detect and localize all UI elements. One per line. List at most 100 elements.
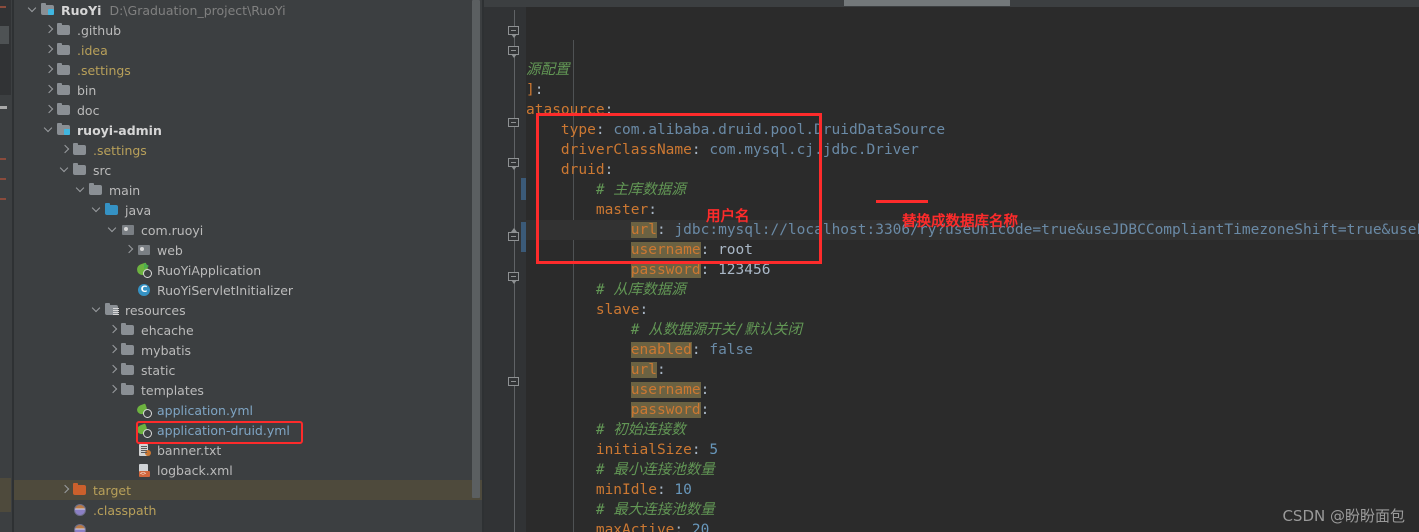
tree-scrollbar-thumb[interactable]: [472, 0, 480, 498]
code-line[interactable]: username: root: [526, 240, 1419, 260]
tree-row[interactable]: doc: [14, 100, 484, 120]
code-token: :: [604, 102, 614, 118]
excluded-folder-icon: [72, 482, 89, 498]
fold-marker-icon[interactable]: [508, 377, 521, 390]
tree-row[interactable]: java: [14, 200, 484, 220]
tree-row[interactable]: static: [14, 360, 484, 380]
tree-row-root[interactable]: RuoYi D:\Graduation_project\RuoYi: [14, 0, 484, 20]
editor-horizontal-scrollbar-thumb[interactable]: [844, 0, 1010, 6]
chevron-right-icon[interactable]: [43, 100, 56, 120]
tree-row[interactable]: ehcache: [14, 320, 484, 340]
tree-row[interactable]: C RuoYiServletInitializer: [14, 280, 484, 300]
chevron-down-icon[interactable]: [75, 180, 88, 200]
chevron-right-icon[interactable]: [59, 140, 72, 160]
tree-row[interactable]: .settings: [14, 140, 484, 160]
code-line[interactable]: atasource:: [526, 100, 1419, 120]
tree-row[interactable]: target: [14, 480, 484, 500]
tree-row[interactable]: [14, 520, 484, 532]
code-line[interactable]: type: com.alibaba.druid.pool.DruidDataSo…: [526, 120, 1419, 140]
code-line[interactable]: password:: [526, 400, 1419, 420]
tree-row-label: .settings: [77, 62, 131, 78]
tree-row[interactable]: templates: [14, 380, 484, 400]
folder-icon: [88, 182, 105, 198]
folder-icon: [56, 62, 73, 78]
code-line[interactable]: password: 123456: [526, 260, 1419, 280]
project-root-path: D:\Graduation_project\RuoYi: [109, 2, 286, 18]
code-line[interactable]: # 主库数据源: [526, 180, 1419, 200]
tree-row[interactable]: src: [14, 160, 484, 180]
code-line[interactable]: initialSize: 5: [526, 440, 1419, 460]
chevron-right-icon[interactable]: [107, 360, 120, 380]
tree-row[interactable]: main: [14, 180, 484, 200]
code-editor[interactable]: 源配置]: atasource: type: com.alibaba.druid.…: [484, 0, 1419, 532]
left-strip-tab[interactable]: [0, 26, 9, 44]
tree-row[interactable]: ruoyi-admin: [14, 120, 484, 140]
tree-row[interactable]: application-druid.yml: [14, 420, 484, 440]
chevron-right-icon[interactable]: [43, 40, 56, 60]
code-line[interactable]: # 从数据源开关/默认关闭: [526, 320, 1419, 340]
code-line[interactable]: url:: [526, 360, 1419, 380]
code-content[interactable]: 源配置]: atasource: type: com.alibaba.druid.…: [526, 0, 1419, 532]
fold-marker-icon[interactable]: [508, 118, 521, 131]
chevron-down-icon[interactable]: [59, 160, 72, 180]
tree-row[interactable]: com.ruoyi: [14, 220, 484, 240]
code-line[interactable]: username:: [526, 380, 1419, 400]
tree-row[interactable]: application.yml: [14, 400, 484, 420]
tree-scrollbar[interactable]: [472, 0, 480, 532]
project-tree-panel[interactable]: RuoYi D:\Graduation_project\RuoYi .github.…: [14, 0, 484, 532]
chevron-down-icon[interactable]: [43, 120, 56, 140]
fold-marker-icon[interactable]: [508, 26, 521, 39]
code-token: :: [639, 302, 649, 318]
code-line[interactable]: # 最小连接池数量: [526, 460, 1419, 480]
chevron-right-icon[interactable]: [123, 240, 136, 260]
tree-row-label: ruoyi-admin: [77, 122, 162, 138]
tree-row[interactable]: .settings: [14, 60, 484, 80]
code-line[interactable]: druid:: [526, 160, 1419, 180]
chevron-right-icon[interactable]: [43, 60, 56, 80]
tree-row[interactable]: web: [14, 240, 484, 260]
chevron-right-icon[interactable]: [107, 380, 120, 400]
tree-row[interactable]: resources: [14, 300, 484, 320]
tree-row-label: doc: [77, 102, 100, 118]
chevron-down-icon[interactable]: [107, 220, 120, 240]
code-token: # 主库数据源: [595, 182, 686, 198]
chevron-right-icon[interactable]: [107, 320, 120, 340]
code-line[interactable]: ]:: [526, 80, 1419, 100]
code-token: com.mysql.cj.jdbc.Driver: [709, 142, 919, 158]
fold-marker-icon[interactable]: [508, 158, 521, 171]
fold-marker-icon[interactable]: [508, 46, 521, 59]
tree-row-label: .idea: [77, 42, 108, 58]
code-line[interactable]: slave:: [526, 300, 1419, 320]
fold-marker-icon[interactable]: [508, 272, 521, 285]
code-line[interactable]: driverClassName: com.mysql.cj.jdbc.Drive…: [526, 140, 1419, 160]
tree-row[interactable]: .github: [14, 20, 484, 40]
tree-row[interactable]: bin: [14, 80, 484, 100]
chevron-right-icon[interactable]: [107, 340, 120, 360]
editor-gutter[interactable]: [484, 0, 526, 532]
code-token: :: [700, 382, 710, 398]
code-line[interactable]: 源配置: [526, 60, 1419, 80]
xml-file-icon: <>: [136, 462, 153, 478]
code-line[interactable]: # 从库数据源: [526, 280, 1419, 300]
tree-row[interactable]: banner.txt: [14, 440, 484, 460]
code-line[interactable]: enabled: false: [526, 340, 1419, 360]
editor-horizontal-scrollbar[interactable]: [484, 0, 1419, 7]
fold-marker-icon[interactable]: [508, 228, 521, 245]
chevron-right-icon[interactable]: [43, 80, 56, 100]
tree-row[interactable]: RuoYiApplication: [14, 260, 484, 280]
tree-row[interactable]: <> logback.xml: [14, 460, 484, 480]
tree-row[interactable]: mybatis: [14, 340, 484, 360]
tree-row[interactable]: .classpath: [14, 500, 484, 520]
chevron-right-icon[interactable]: [59, 480, 72, 500]
left-strip-foot: [0, 512, 11, 532]
code-line[interactable]: # 初始连接数: [526, 420, 1419, 440]
chevron-down-icon[interactable]: [91, 300, 104, 320]
chevron-down-icon[interactable]: [27, 0, 40, 20]
code-line[interactable]: minIdle: 10: [526, 480, 1419, 500]
chevron-right-icon[interactable]: [43, 20, 56, 40]
chevron-down-icon[interactable]: [91, 200, 104, 220]
tree-row[interactable]: .idea: [14, 40, 484, 60]
